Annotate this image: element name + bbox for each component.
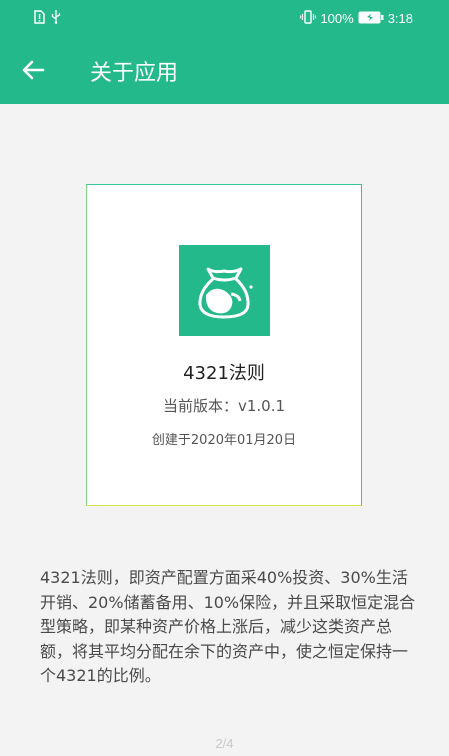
battery-charging-icon — [358, 11, 384, 27]
app-bar: 关于应用 — [0, 36, 449, 104]
app-version: 当前版本：v1.0.1 — [162, 397, 286, 415]
arrow-left-icon — [22, 60, 45, 80]
app-info-card: 4321法则 当前版本：v1.0.1 创建于2020年01月20日 — [86, 184, 362, 506]
back-button[interactable] — [20, 56, 48, 84]
app-name: 4321法则 — [183, 363, 265, 384]
battery-percent: 100% — [320, 11, 354, 26]
status-left-icons — [34, 10, 61, 27]
vibrate-icon — [300, 10, 317, 27]
status-right-icons: 100% 3:18 — [300, 10, 413, 27]
app-created-date: 创建于2020年01月20日 — [151, 433, 297, 448]
status-bar: 100% 3:18 — [0, 0, 449, 36]
status-time: 3:18 — [387, 11, 413, 26]
usb-icon — [51, 10, 61, 27]
app-description: 4321法则，即资产配置方面采40%投资、30%生活开销、20%储蓄备用、10%… — [40, 568, 416, 685]
sim-alert-icon — [34, 10, 45, 27]
money-bag-icon — [179, 245, 270, 336]
page-indicator: 2/4 — [215, 736, 234, 751]
page-title: 关于应用 — [90, 61, 179, 86]
